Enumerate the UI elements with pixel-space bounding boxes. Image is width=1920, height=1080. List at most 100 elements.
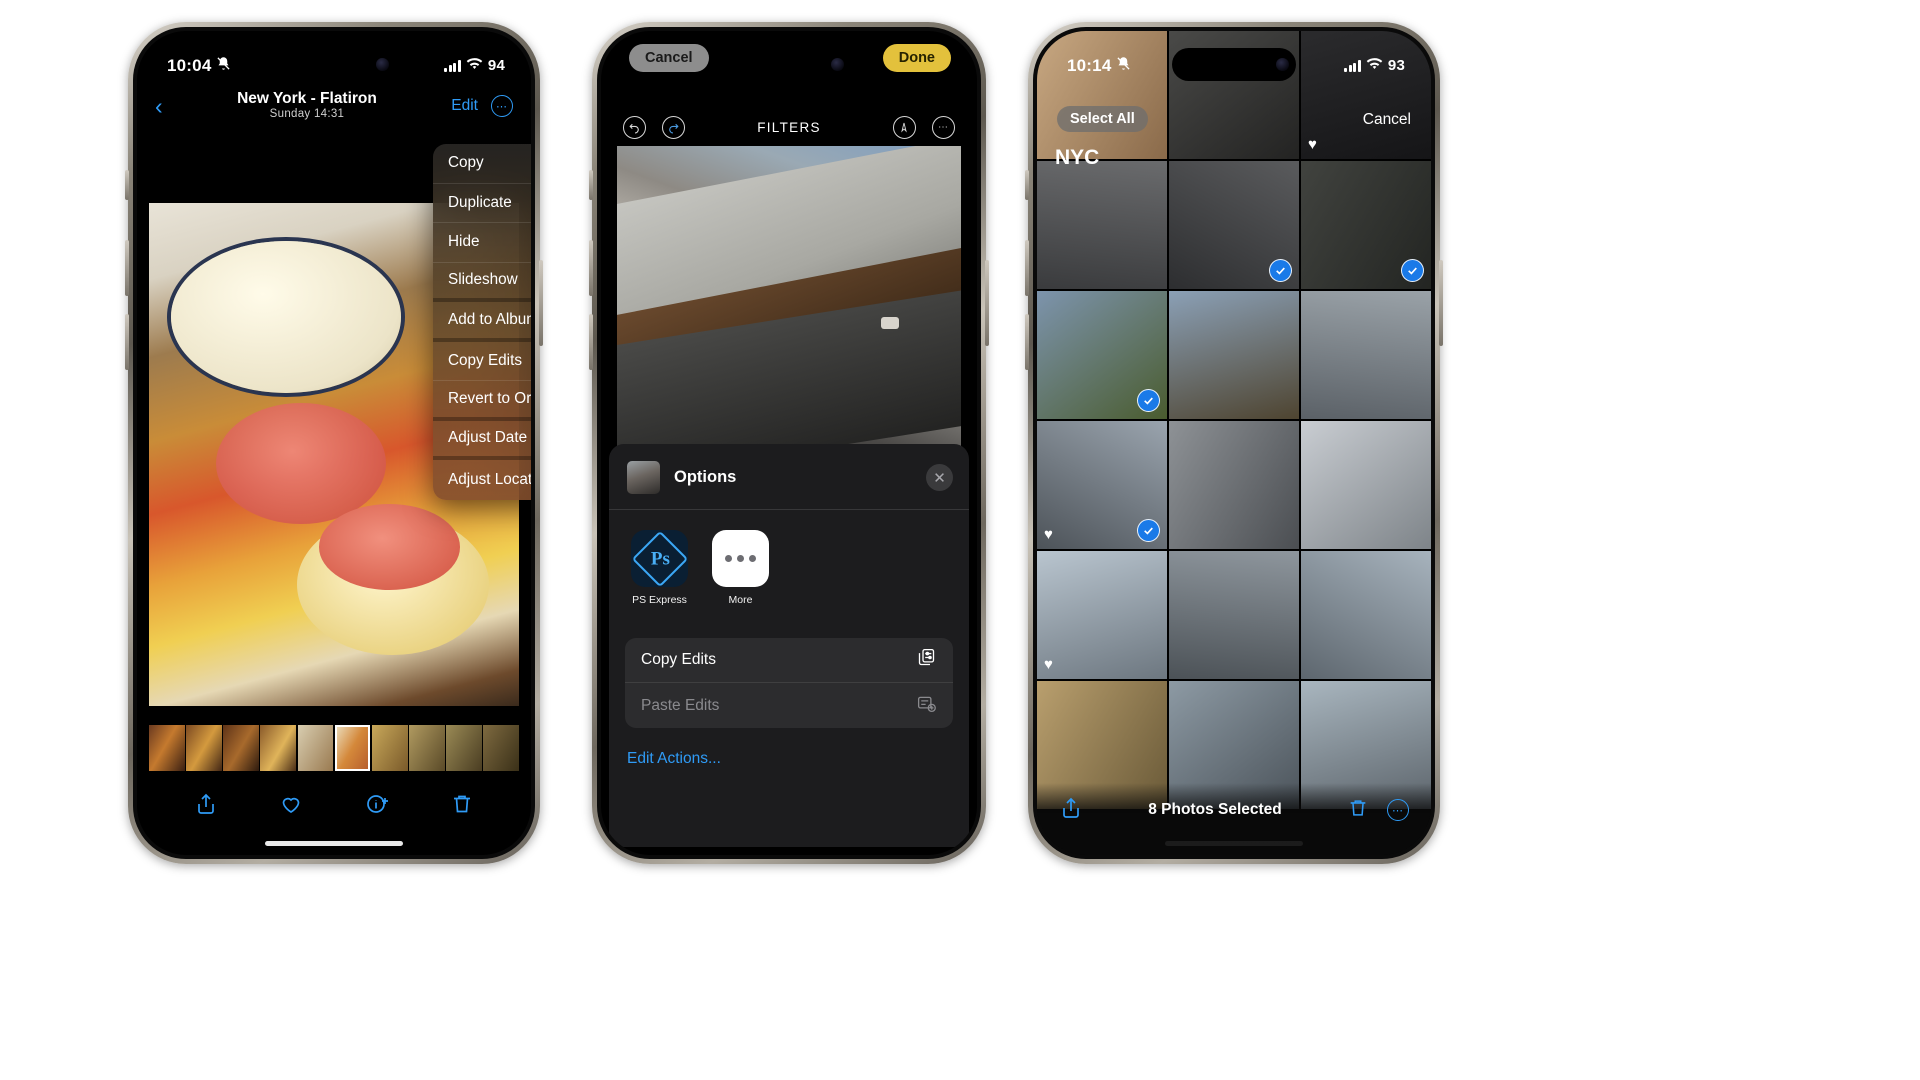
filmstrip-thumb[interactable]	[149, 725, 185, 771]
menu-item-adjust-date-time[interactable]: Adjust Date & Time	[433, 421, 531, 460]
photo-grid-cell[interactable]: ♥	[1037, 551, 1167, 679]
selected-checkmark-icon	[1137, 389, 1160, 412]
photo-thumbnail	[1301, 551, 1431, 679]
filmstrip-thumb[interactable]	[260, 725, 297, 771]
photo-thumbnail	[1301, 421, 1431, 549]
app-label: PS Express	[632, 594, 687, 606]
delete-button[interactable]	[450, 792, 474, 821]
filmstrip-thumb-selected[interactable]	[334, 725, 371, 771]
menu-item-add-to-album[interactable]: Add to Album	[433, 302, 531, 342]
app-label: More	[728, 594, 753, 606]
photo-grid-cell[interactable]	[1301, 291, 1431, 419]
sheet-thumbnail	[627, 461, 660, 494]
photo-grid-cell[interactable]	[1169, 161, 1299, 289]
menu-item-duplicate[interactable]: Duplicate	[433, 184, 531, 223]
action-paste-edits[interactable]: Paste Edits	[625, 683, 953, 728]
sheet-title: Options	[674, 468, 737, 486]
menu-item-label: Slideshow	[448, 271, 518, 289]
app-more[interactable]: More	[712, 530, 769, 606]
phone-1-screen: 10:04 94 ‹ New York - Flatiron Sunday 14…	[137, 31, 531, 855]
edit-button[interactable]: Edit	[451, 97, 478, 115]
dynamic-island	[1172, 48, 1296, 81]
markup-pen-icon[interactable]	[892, 115, 916, 139]
filmstrip-thumb[interactable]	[409, 725, 445, 771]
ellipsis-icon	[712, 530, 769, 587]
photo-filmstrip[interactable]	[149, 725, 520, 771]
cellular-signal-icon	[1344, 59, 1361, 72]
favourite-heart-icon: ♥	[1044, 656, 1053, 673]
share-button[interactable]	[1059, 796, 1083, 825]
action-label: Paste Edits	[641, 696, 720, 714]
filmstrip-thumb[interactable]	[223, 725, 259, 771]
cancel-button[interactable]: Cancel	[629, 44, 709, 72]
favourite-heart-icon: ♥	[1044, 526, 1053, 543]
photo-thumbnail	[1169, 551, 1299, 679]
photo-grid-cell[interactable]	[1301, 551, 1431, 679]
photo-grid-cell[interactable]	[1169, 421, 1299, 549]
ellipsis-circle-icon[interactable]: ⋯	[490, 95, 513, 117]
ellipsis-circle-icon[interactable]: ⋯	[1386, 799, 1409, 821]
filmstrip-thumb[interactable]	[186, 725, 222, 771]
photo-thumbnail	[1169, 291, 1299, 419]
edit-actions-link[interactable]: Edit Actions...	[609, 728, 969, 768]
selected-checkmark-icon	[1137, 519, 1160, 542]
photo-grid-cell[interactable]	[1169, 551, 1299, 679]
phone-1: 10:04 94 ‹ New York - Flatiron Sunday 14…	[125, 22, 543, 864]
photo-toolbar	[137, 785, 531, 827]
menu-item-label: Copy Edits	[448, 351, 522, 369]
battery-percent: 94	[487, 57, 505, 74]
phone-3-screen: ♥ ♥ ♥ 10:14 93 Select All Cancel NYC 8 P…	[1037, 31, 1431, 855]
filters-label: FILTERS	[757, 119, 821, 135]
photo-grid-cell[interactable]	[1301, 161, 1431, 289]
phone-2-screen: Cancel Done FILTERS ⋯ Options ✕ Ps PS Ex…	[601, 31, 977, 855]
photo-grid-cell[interactable]	[1037, 291, 1167, 419]
select-all-button[interactable]: Select All	[1057, 106, 1148, 132]
paste-edits-icon	[916, 693, 937, 719]
photo-grid-cell[interactable]	[1037, 161, 1167, 289]
menu-item-revert-to-original[interactable]: Revert to Original	[433, 381, 531, 421]
delete-button[interactable]	[1347, 797, 1369, 824]
wifi-icon	[466, 56, 483, 76]
cancel-button[interactable]: Cancel	[1363, 111, 1411, 129]
menu-item-copy-edits[interactable]: Copy Edits	[433, 342, 531, 381]
sheet-actions-group: Copy Edits Paste Edits	[625, 638, 953, 728]
info-button[interactable]	[365, 792, 389, 821]
close-x-icon[interactable]: ✕	[926, 464, 953, 491]
filmstrip-thumb[interactable]	[371, 725, 408, 771]
favourite-button[interactable]	[279, 792, 303, 821]
filmstrip-thumb[interactable]	[297, 725, 334, 771]
menu-item-label: Hide	[448, 233, 480, 251]
photo-grid-cell[interactable]	[1169, 291, 1299, 419]
menu-item-hide[interactable]: Hide	[433, 223, 531, 263]
navigation-bar: ‹ New York - Flatiron Sunday 14:31 Edit …	[137, 83, 531, 129]
chevron-left-icon[interactable]: ‹	[155, 94, 163, 118]
menu-item-slideshow[interactable]: Slideshow	[433, 263, 531, 302]
dynamic-island	[272, 48, 396, 81]
ps-glyph: Ps	[650, 547, 669, 569]
selected-checkmark-icon	[1401, 259, 1424, 282]
redo-arrow-icon[interactable]	[662, 115, 685, 139]
photo-context-menu[interactable]: Copy Duplicate Hide Slideshow Add to Alb…	[433, 144, 531, 500]
menu-item-label: Add to Album	[448, 310, 531, 328]
filmstrip-thumb[interactable]	[446, 725, 482, 771]
done-button[interactable]: Done	[882, 44, 951, 72]
menu-item-label: Copy	[448, 154, 484, 172]
menu-item-adjust-location[interactable]: Adjust Location	[433, 460, 531, 500]
photo-subtitle: Sunday 14:31	[269, 108, 345, 121]
selection-count-label: 8 Photos Selected	[1148, 801, 1282, 818]
ellipsis-circle-icon[interactable]: ⋯	[931, 115, 955, 139]
phone-3: ♥ ♥ ♥ 10:14 93 Select All Cancel NYC 8 P…	[1025, 22, 1443, 864]
share-button[interactable]	[194, 792, 218, 821]
share-app-row: Ps PS Express More	[609, 510, 969, 616]
photoshop-express-icon: Ps	[631, 530, 688, 587]
app-ps-express[interactable]: Ps PS Express	[631, 530, 688, 606]
undo-arrow-icon[interactable]	[623, 115, 646, 139]
menu-item-label: Adjust Date & Time	[448, 429, 531, 447]
action-copy-edits[interactable]: Copy Edits	[625, 638, 953, 683]
filmstrip-thumb[interactable]	[483, 725, 520, 771]
photo-grid-cell[interactable]: ♥	[1037, 421, 1167, 549]
photo-grid-cell[interactable]	[1301, 421, 1431, 549]
photo-preview[interactable]	[617, 146, 961, 451]
menu-item-copy[interactable]: Copy	[433, 144, 531, 184]
sheet-header: Options ✕	[609, 444, 969, 510]
